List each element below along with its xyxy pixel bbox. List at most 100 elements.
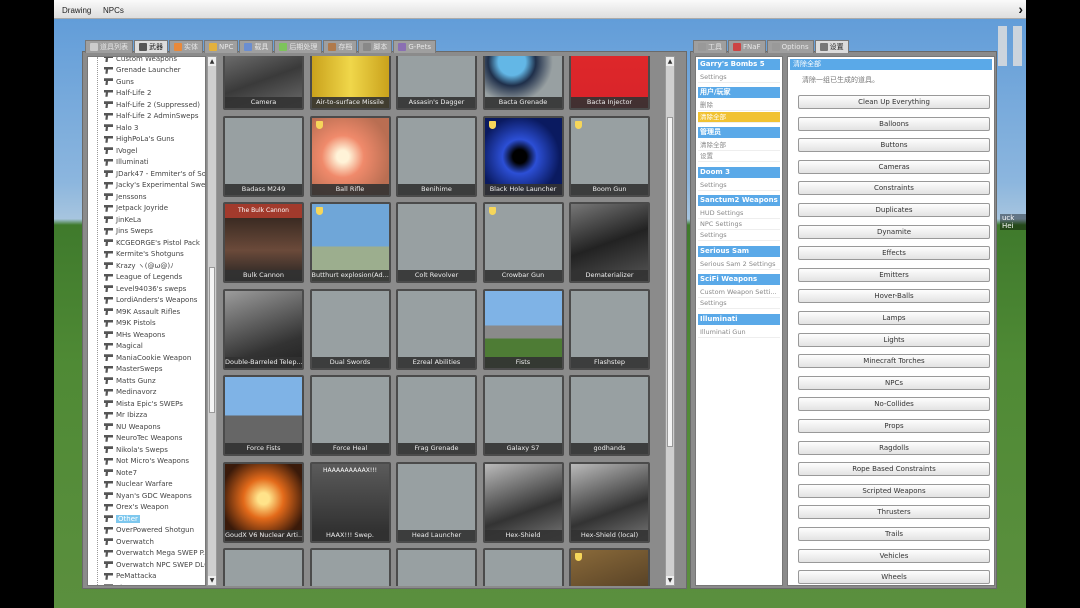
weapon-item[interactable]: Fists [482, 288, 564, 370]
weapon-item[interactable]: Dematerializer [569, 202, 650, 283]
tool-group-header[interactable]: Illuminati [698, 313, 780, 325]
tab-tools[interactable]: 工具 [693, 40, 727, 53]
weapon-item[interactable]: Hex-Shield (local) [569, 461, 650, 543]
weapon-item[interactable] [569, 548, 650, 586]
weapon-item[interactable]: GoudX V6 Nuclear Arti... [223, 461, 304, 543]
weapon-item[interactable]: Galaxy S7 [482, 375, 564, 456]
scroll-down-arrow[interactable]: ▼ [666, 576, 674, 585]
menu-npcs[interactable]: NPCs [103, 6, 124, 15]
cleanup-button[interactable]: Ragdolls [798, 440, 990, 455]
tool-item[interactable]: Serious Sam 2 Settings [698, 259, 780, 270]
cleanup-button[interactable]: Minecraft Torches [798, 354, 990, 369]
weapon-item[interactable]: Bacta Grenade [482, 56, 564, 110]
weapon-item[interactable]: Benihime [396, 115, 477, 197]
category-item[interactable]: Note7 [104, 467, 137, 479]
weapon-item[interactable]: The Bulk Cannon Bulk Cannon [223, 202, 304, 283]
tool-item[interactable]: 删除 [698, 100, 780, 112]
cleanup-button[interactable]: Effects [798, 246, 990, 261]
category-item[interactable]: Jins Sweps [104, 226, 153, 238]
scroll-up-arrow[interactable]: ▲ [208, 57, 216, 66]
category-item[interactable]: Half-Life 2 (Suppressed) [104, 99, 200, 111]
scroll-thumb[interactable] [209, 267, 215, 413]
category-item[interactable]: Other [104, 513, 140, 525]
cleanup-button[interactable]: Duplicates [798, 203, 990, 217]
tool-item[interactable]: Settings [698, 180, 780, 191]
tool-group-header[interactable]: Garry's Bombs 5 [698, 59, 780, 70]
category-item[interactable]: Overwatch NPC SWEP DLC [104, 559, 205, 571]
category-item[interactable]: Kermite's Shotguns [104, 249, 184, 261]
tab-weapons[interactable]: 武器 [134, 40, 168, 53]
weapon-item[interactable]: Hex-Shield [482, 461, 564, 543]
category-item[interactable]: Jenssons [104, 191, 146, 203]
category-item[interactable]: PeMattacka [104, 571, 156, 583]
tool-item[interactable]: Custom Weapon Setti... [698, 287, 780, 298]
weapon-item[interactable]: Crowbar Gun [482, 202, 564, 283]
category-item[interactable]: HighPoLa's Guns [104, 134, 174, 146]
cleanup-button[interactable]: Emitters [798, 267, 990, 282]
category-item[interactable]: IVogel [104, 145, 137, 157]
category-item[interactable]: ManiaCookie Weapon [104, 352, 191, 364]
category-item[interactable]: JinKeLa [104, 214, 141, 226]
weapon-item[interactable]: Bacta Injector [569, 56, 650, 110]
weapon-item[interactable]: Force Fists [223, 375, 304, 456]
category-item[interactable]: Illuminati [104, 157, 149, 169]
cleanup-button[interactable]: Lights [798, 332, 990, 347]
tool-item[interactable]: 清除全部 [698, 140, 780, 151]
weapon-item[interactable]: Double-Barreled Telep... [223, 288, 304, 370]
weapon-item[interactable]: Air-to-surface Missile [309, 56, 391, 110]
cleanup-button[interactable]: Clean Up Everything [798, 95, 990, 109]
cleanup-button[interactable]: No-Collides [798, 397, 990, 412]
cleanup-button[interactable]: NPCs [798, 375, 990, 390]
category-item[interactable]: MasterSweps [104, 364, 162, 376]
tab-fnaf[interactable]: FNaF [728, 40, 766, 53]
grid-scrollbar[interactable]: ▲ ▼ [665, 56, 675, 586]
category-item[interactable]: Overwatch Mega SWEP P... [104, 548, 205, 560]
cleanup-button[interactable]: Scripted Weapons [798, 483, 990, 498]
tool-item[interactable]: Settings [698, 72, 780, 83]
category-item[interactable]: Custom Weapons [104, 57, 177, 65]
weapon-item[interactable]: Badass M249 [223, 115, 304, 197]
cleanup-button[interactable]: Lamps [798, 311, 990, 325]
tool-group-header[interactable]: 用户/玩家 [698, 87, 780, 99]
category-item[interactable]: Not Micro's Weapons [104, 456, 189, 468]
category-item[interactable]: Half-Life 2 AdminSweps [104, 111, 199, 123]
tool-group-header[interactable]: 管理员 [698, 126, 780, 138]
weapon-item[interactable]: godhands [569, 375, 650, 456]
category-item[interactable]: Overwatch [104, 536, 154, 548]
weapon-item[interactable]: Flashstep [569, 288, 650, 370]
category-item[interactable]: Mista Epic's SWEPs [104, 398, 183, 410]
category-item[interactable]: Medinavorz [104, 387, 156, 399]
weapon-item[interactable] [309, 548, 391, 586]
category-item[interactable]: Jetpack Joyride [104, 203, 168, 215]
weapon-item[interactable]: Black Hole Launcher [482, 115, 564, 197]
category-item[interactable]: NU Weapons [104, 421, 161, 433]
cleanup-button[interactable]: Rope Based Constraints [798, 462, 990, 477]
category-item[interactable]: Nuclear Warfare [104, 479, 173, 491]
category-item[interactable]: KCGEORGE's Pistol Pack [104, 237, 200, 249]
weapon-item[interactable]: Butthurt explosion(Ad... [309, 202, 391, 283]
chevron-right-icon[interactable]: › [1018, 1, 1023, 17]
menu-drawing[interactable]: Drawing [62, 6, 91, 15]
category-item[interactable]: Orex's Weapon [104, 502, 169, 514]
cleanup-button[interactable]: Balloons [798, 116, 990, 131]
cleanup-button[interactable]: Dynamite [798, 224, 990, 239]
scroll-thumb[interactable] [667, 117, 673, 447]
tab-scripts[interactable]: 脚本 [358, 40, 393, 53]
cleanup-button[interactable]: Hover-Balls [798, 289, 990, 304]
cleanup-button[interactable]: Buttons [798, 138, 990, 153]
weapon-item[interactable]: Assasin's Dagger [396, 56, 477, 110]
category-item[interactable]: Krazy ヽ(@ω@)ﾉ [104, 260, 174, 272]
category-item[interactable]: League of Legends [104, 272, 182, 284]
tool-group-header[interactable]: Doom 3 [698, 166, 780, 178]
tab-npcs[interactable]: NPC [204, 40, 239, 53]
cleanup-button[interactable]: Wheels [798, 570, 990, 585]
cleanup-button[interactable]: Constraints [798, 181, 990, 196]
category-item[interactable]: Mr Ibizza [104, 410, 147, 422]
tool-item[interactable]: 设置 [698, 151, 780, 163]
category-item[interactable]: Level94036's sweps [104, 283, 186, 295]
tab-postprocess[interactable]: 后期处理 [274, 40, 323, 53]
tab-vehicles[interactable]: 载具 [239, 40, 274, 53]
category-item[interactable]: Jacky's Experimental Sweps [104, 180, 205, 192]
weapon-item[interactable] [223, 548, 304, 586]
cleanup-button[interactable]: Thrusters [798, 505, 990, 520]
